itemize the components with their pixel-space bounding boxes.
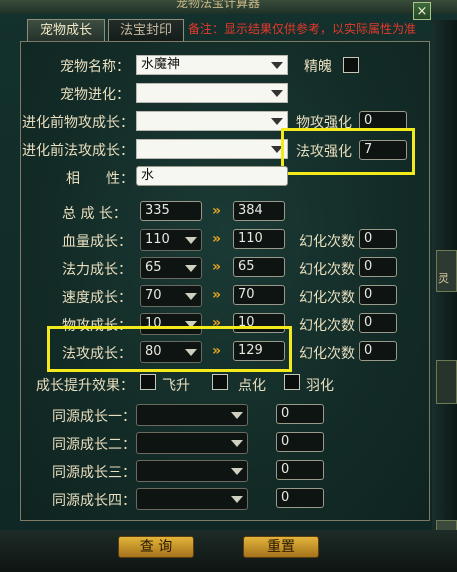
feisheng-checkbox[interactable] bbox=[140, 374, 156, 390]
close-button[interactable]: × bbox=[413, 2, 431, 20]
tongyuan-1-input[interactable]: 0 bbox=[276, 404, 324, 424]
hp-huanhua-label: 幻化次数 bbox=[299, 234, 355, 250]
chevron-right-icon: » bbox=[212, 203, 221, 219]
chevron-down-icon bbox=[185, 237, 197, 244]
mp-huanhua-label: 幻化次数 bbox=[299, 262, 355, 278]
chevron-right-icon: » bbox=[212, 287, 221, 303]
phys-huanhua-label: 幻化次数 bbox=[299, 318, 355, 334]
chevron-down-icon bbox=[231, 468, 243, 475]
magic-huanhua-input[interactable]: 0 bbox=[359, 341, 397, 361]
tab-treasure-seal[interactable]: 法宝封印 bbox=[108, 19, 184, 41]
chevron-down-icon bbox=[231, 412, 243, 419]
yuhua-label: 羽化 bbox=[306, 378, 334, 394]
speed-growth-value: 70 bbox=[145, 288, 162, 303]
tongyuan-1-select[interactable] bbox=[136, 404, 248, 426]
pet-name-value: 水魔神 bbox=[141, 57, 181, 72]
chevron-down-icon bbox=[271, 62, 283, 69]
attribute-label-b: 性： bbox=[106, 171, 134, 187]
bottom-bar bbox=[0, 530, 457, 572]
tongyuan-1-label: 同源成长一： bbox=[52, 409, 136, 425]
query-button[interactable]: 查 询 bbox=[118, 536, 194, 558]
background-sidebar bbox=[432, 20, 457, 572]
phys-pre-label: 进化前物攻成长： bbox=[22, 115, 134, 131]
speed-huanhua-input[interactable]: 0 bbox=[359, 285, 397, 305]
highlight-magic-growth bbox=[47, 326, 292, 372]
mp-growth-value: 65 bbox=[145, 260, 162, 275]
tongyuan-2-select[interactable] bbox=[136, 432, 248, 454]
phys-huanhua-input[interactable]: 0 bbox=[359, 313, 397, 333]
dianhua-label: 点化 bbox=[238, 378, 266, 394]
remark-note: 备注：显示结果仅供参考，以实际属性为准 bbox=[188, 22, 417, 36]
total-growth-base[interactable]: 335 bbox=[140, 201, 202, 221]
hp-growth-value: 110 bbox=[145, 232, 170, 247]
magic-pre-select[interactable] bbox=[136, 139, 288, 159]
window-title: 宠物法宝计算器 bbox=[176, 0, 261, 10]
side-ornament bbox=[436, 360, 457, 404]
pet-name-select[interactable]: 水魔神 bbox=[136, 55, 288, 75]
effects-label: 成长提升效果： bbox=[36, 378, 134, 394]
total-growth-label: 总 成 长： bbox=[62, 206, 127, 222]
chevron-down-icon bbox=[231, 496, 243, 503]
speed-growth-result: 70 bbox=[233, 285, 285, 305]
tongyuan-4-input[interactable]: 0 bbox=[276, 488, 324, 508]
magic-huanhua-label: 幻化次数 bbox=[299, 346, 355, 362]
tongyuan-4-label: 同源成长四： bbox=[52, 493, 136, 509]
feisheng-label: 飞升 bbox=[162, 378, 190, 394]
side-ornament-text: 灵 bbox=[438, 272, 449, 285]
chevron-down-icon bbox=[271, 118, 283, 125]
highlight-magic-enhance bbox=[281, 128, 415, 175]
speed-huanhua-label: 幻化次数 bbox=[299, 290, 355, 306]
attribute-input[interactable]: 水 bbox=[136, 166, 288, 186]
tongyuan-2-input[interactable]: 0 bbox=[276, 432, 324, 452]
hp-growth-label: 血量成长： bbox=[62, 234, 132, 250]
tongyuan-3-input[interactable]: 0 bbox=[276, 460, 324, 480]
tongyuan-2-label: 同源成长二： bbox=[52, 437, 136, 453]
tab-pet-growth[interactable]: 宠物成长 bbox=[27, 19, 105, 41]
hp-growth-result: 110 bbox=[233, 229, 285, 249]
mp-growth-label: 法力成长： bbox=[62, 262, 132, 278]
magic-pre-label: 进化前法攻成长： bbox=[22, 143, 134, 159]
chevron-down-icon bbox=[185, 265, 197, 272]
close-icon: × bbox=[416, 4, 428, 19]
pet-evolve-select[interactable] bbox=[136, 83, 288, 103]
title-bar: 宠物法宝计算器 bbox=[0, 0, 457, 14]
pet-name-label: 宠物名称： bbox=[60, 59, 130, 75]
attribute-label-a: 相 bbox=[66, 171, 80, 187]
reset-button[interactable]: 重置 bbox=[243, 536, 319, 558]
phys-pre-select[interactable] bbox=[136, 111, 288, 131]
mp-growth-result: 65 bbox=[233, 257, 285, 277]
chevron-down-icon bbox=[271, 90, 283, 97]
tongyuan-3-label: 同源成长三： bbox=[52, 465, 136, 481]
mp-growth-select[interactable]: 65 bbox=[140, 257, 202, 279]
chevron-right-icon: » bbox=[212, 259, 221, 275]
mp-huanhua-input[interactable]: 0 bbox=[359, 257, 397, 277]
jingpo-label: 精魄 bbox=[304, 59, 332, 75]
hp-growth-select[interactable]: 110 bbox=[140, 229, 202, 251]
chevron-down-icon bbox=[231, 440, 243, 447]
pet-evolve-label: 宠物进化： bbox=[60, 87, 130, 103]
yuhua-checkbox[interactable] bbox=[284, 374, 300, 390]
speed-growth-select[interactable]: 70 bbox=[140, 285, 202, 307]
tongyuan-4-select[interactable] bbox=[136, 488, 248, 510]
tongyuan-3-select[interactable] bbox=[136, 460, 248, 482]
chevron-right-icon: » bbox=[212, 231, 221, 247]
hp-huanhua-input[interactable]: 0 bbox=[359, 229, 397, 249]
jingpo-checkbox[interactable] bbox=[343, 57, 359, 73]
total-growth-result: 384 bbox=[233, 201, 285, 221]
chevron-down-icon bbox=[185, 293, 197, 300]
speed-growth-label: 速度成长： bbox=[62, 290, 132, 306]
dianhua-checkbox[interactable] bbox=[212, 374, 228, 390]
